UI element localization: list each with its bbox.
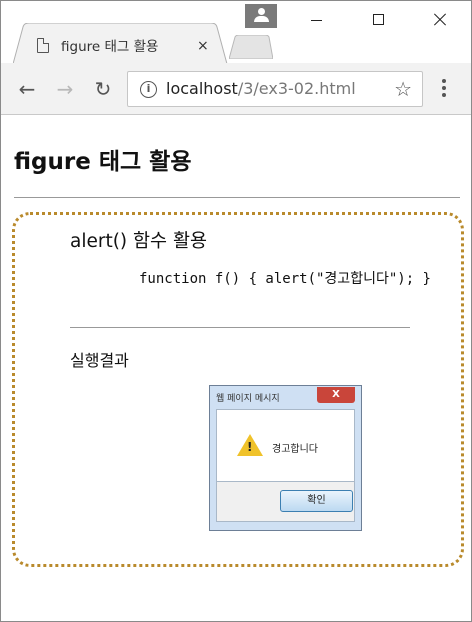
url-text[interactable]: localhost/3/ex3-02.html	[166, 79, 356, 98]
page-content: figure 태그 활용 alert() 함수 활용 function f() …	[1, 116, 471, 621]
figure-title: alert() 함수 활용	[70, 231, 207, 252]
menu-dots-icon[interactable]	[441, 77, 447, 101]
reload-icon[interactable]: ↻	[91, 77, 115, 101]
dialog-close-icon: X	[317, 387, 355, 403]
browser-toolbar: ← → ↻ i localhost/3/ex3-02.html ☆	[1, 63, 471, 115]
figure-divider	[70, 327, 410, 328]
warning-mark: !	[247, 440, 253, 454]
title-bar: figure 태그 활용 ×	[1, 1, 471, 64]
page-title: figure 태그 활용	[14, 149, 192, 175]
forward-arrow-icon[interactable]: →	[53, 77, 77, 101]
tab-close-icon[interactable]: ×	[197, 38, 209, 54]
user-profile-icon[interactable]	[245, 4, 277, 28]
horizontal-rule	[14, 197, 460, 198]
minimize-button[interactable]	[293, 1, 339, 39]
figure-box: alert() 함수 활용 function f() { alert("경고합니…	[12, 212, 464, 567]
tab-title: figure 태그 활용	[61, 39, 159, 55]
tab-content[interactable]: figure 태그 활용	[37, 33, 158, 57]
alert-dialog-image: 웹 페이지 메시지 X ! 경고합니다 확인	[209, 385, 362, 531]
url-path: /3/ex3-02.html	[237, 79, 356, 98]
url-host: localhost	[166, 79, 238, 98]
new-tab-button[interactable]	[229, 35, 273, 59]
dialog-footer: 확인	[216, 482, 355, 522]
maximize-button[interactable]	[355, 1, 401, 39]
info-icon[interactable]: i	[140, 81, 157, 98]
dialog-ok-button: 확인	[280, 490, 353, 512]
close-window-button[interactable]	[417, 1, 463, 39]
address-bar[interactable]: i localhost/3/ex3-02.html ☆	[127, 71, 423, 107]
figure-caption: 실행결과	[70, 351, 129, 370]
dialog-body: ! 경고합니다	[216, 409, 355, 482]
document-icon	[37, 37, 49, 53]
dialog-title: 웹 페이지 메시지	[216, 394, 280, 404]
code-sample: function f() { alert("경고합니다"); }	[139, 271, 431, 287]
bookmark-star-icon[interactable]: ☆	[394, 77, 412, 101]
dialog-message: 경고합니다	[272, 444, 318, 455]
browser-window: figure 태그 활용 × ← → ↻ i localhost/3/ex3-0…	[0, 0, 472, 622]
back-arrow-icon[interactable]: ←	[15, 77, 39, 101]
